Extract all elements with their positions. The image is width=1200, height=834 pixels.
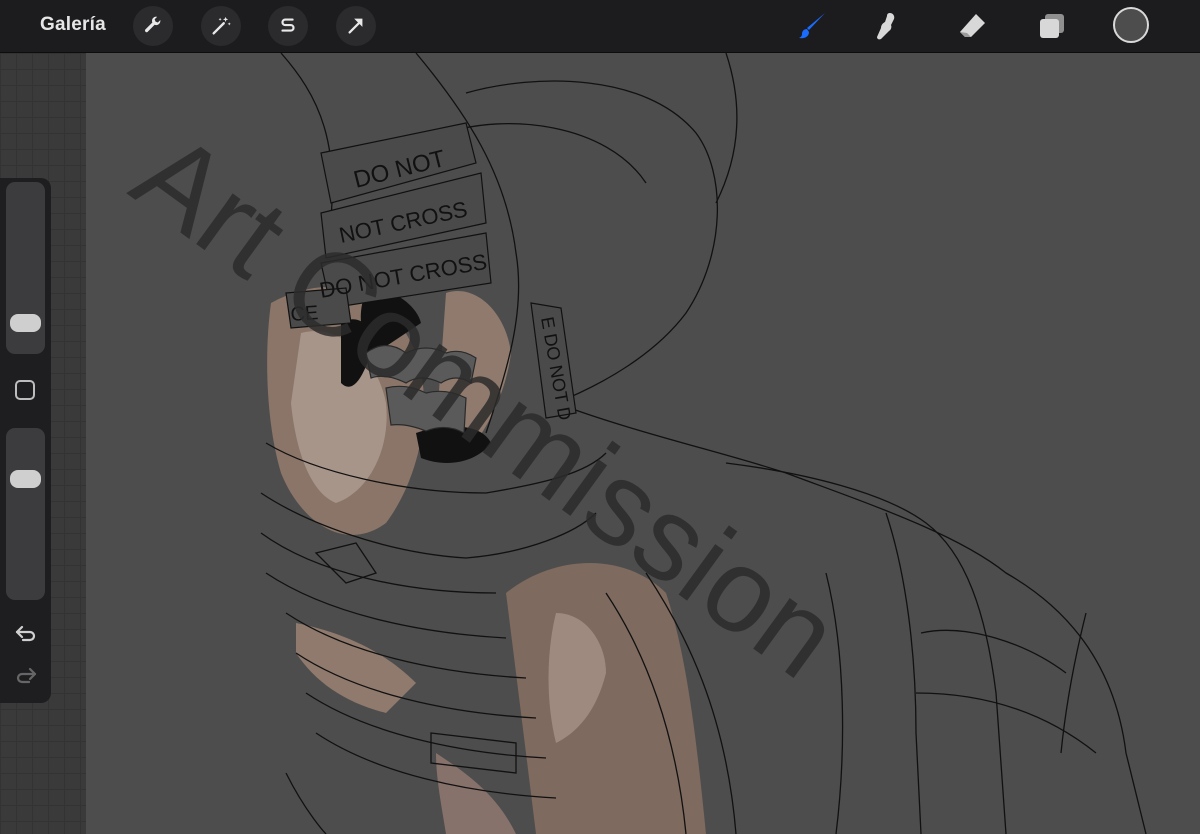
- left-sidebar: [0, 178, 51, 703]
- brush-tool-button[interactable]: [792, 6, 832, 46]
- smudge-finger-icon: [877, 13, 895, 40]
- undo-arrow-icon: [15, 625, 36, 642]
- undo-button[interactable]: [12, 622, 40, 646]
- layers-icon: [1040, 14, 1064, 38]
- modify-button[interactable]: [15, 380, 35, 400]
- selection-s-icon: [281, 18, 295, 32]
- redo-button[interactable]: [12, 664, 40, 688]
- top-toolbar: Galería: [0, 0, 1200, 53]
- gallery-button[interactable]: Galería: [40, 14, 106, 36]
- transform-button[interactable]: [336, 6, 376, 46]
- actions-button[interactable]: [133, 6, 173, 46]
- eraser-icon: [960, 14, 985, 37]
- brush-icon: [799, 13, 825, 39]
- brush-size-thumb[interactable]: [10, 314, 41, 333]
- color-picker-button[interactable]: [1113, 7, 1149, 43]
- watermark-text: Art Commission: [111, 107, 862, 703]
- arrow-cursor-icon: [348, 18, 363, 34]
- smudge-tool-button[interactable]: [866, 6, 906, 46]
- brush-opacity-thumb[interactable]: [10, 469, 41, 488]
- layers-tool-button[interactable]: [1032, 6, 1072, 46]
- adjustments-button[interactable]: [201, 6, 241, 46]
- drawing-canvas[interactable]: DO NOT NOT CROSS DO NOT CROSS CE E DO NO…: [86, 53, 1200, 834]
- eraser-tool-button[interactable]: [952, 6, 992, 46]
- wrench-icon: [144, 16, 161, 33]
- selection-button[interactable]: [268, 6, 308, 46]
- artwork-drawing: DO NOT NOT CROSS DO NOT CROSS CE E DO NO…: [111, 53, 1147, 834]
- magic-wand-icon: [212, 16, 231, 35]
- redo-arrow-icon: [16, 667, 37, 684]
- brush-size-slider[interactable]: [6, 182, 45, 354]
- brush-opacity-slider[interactable]: [6, 428, 45, 600]
